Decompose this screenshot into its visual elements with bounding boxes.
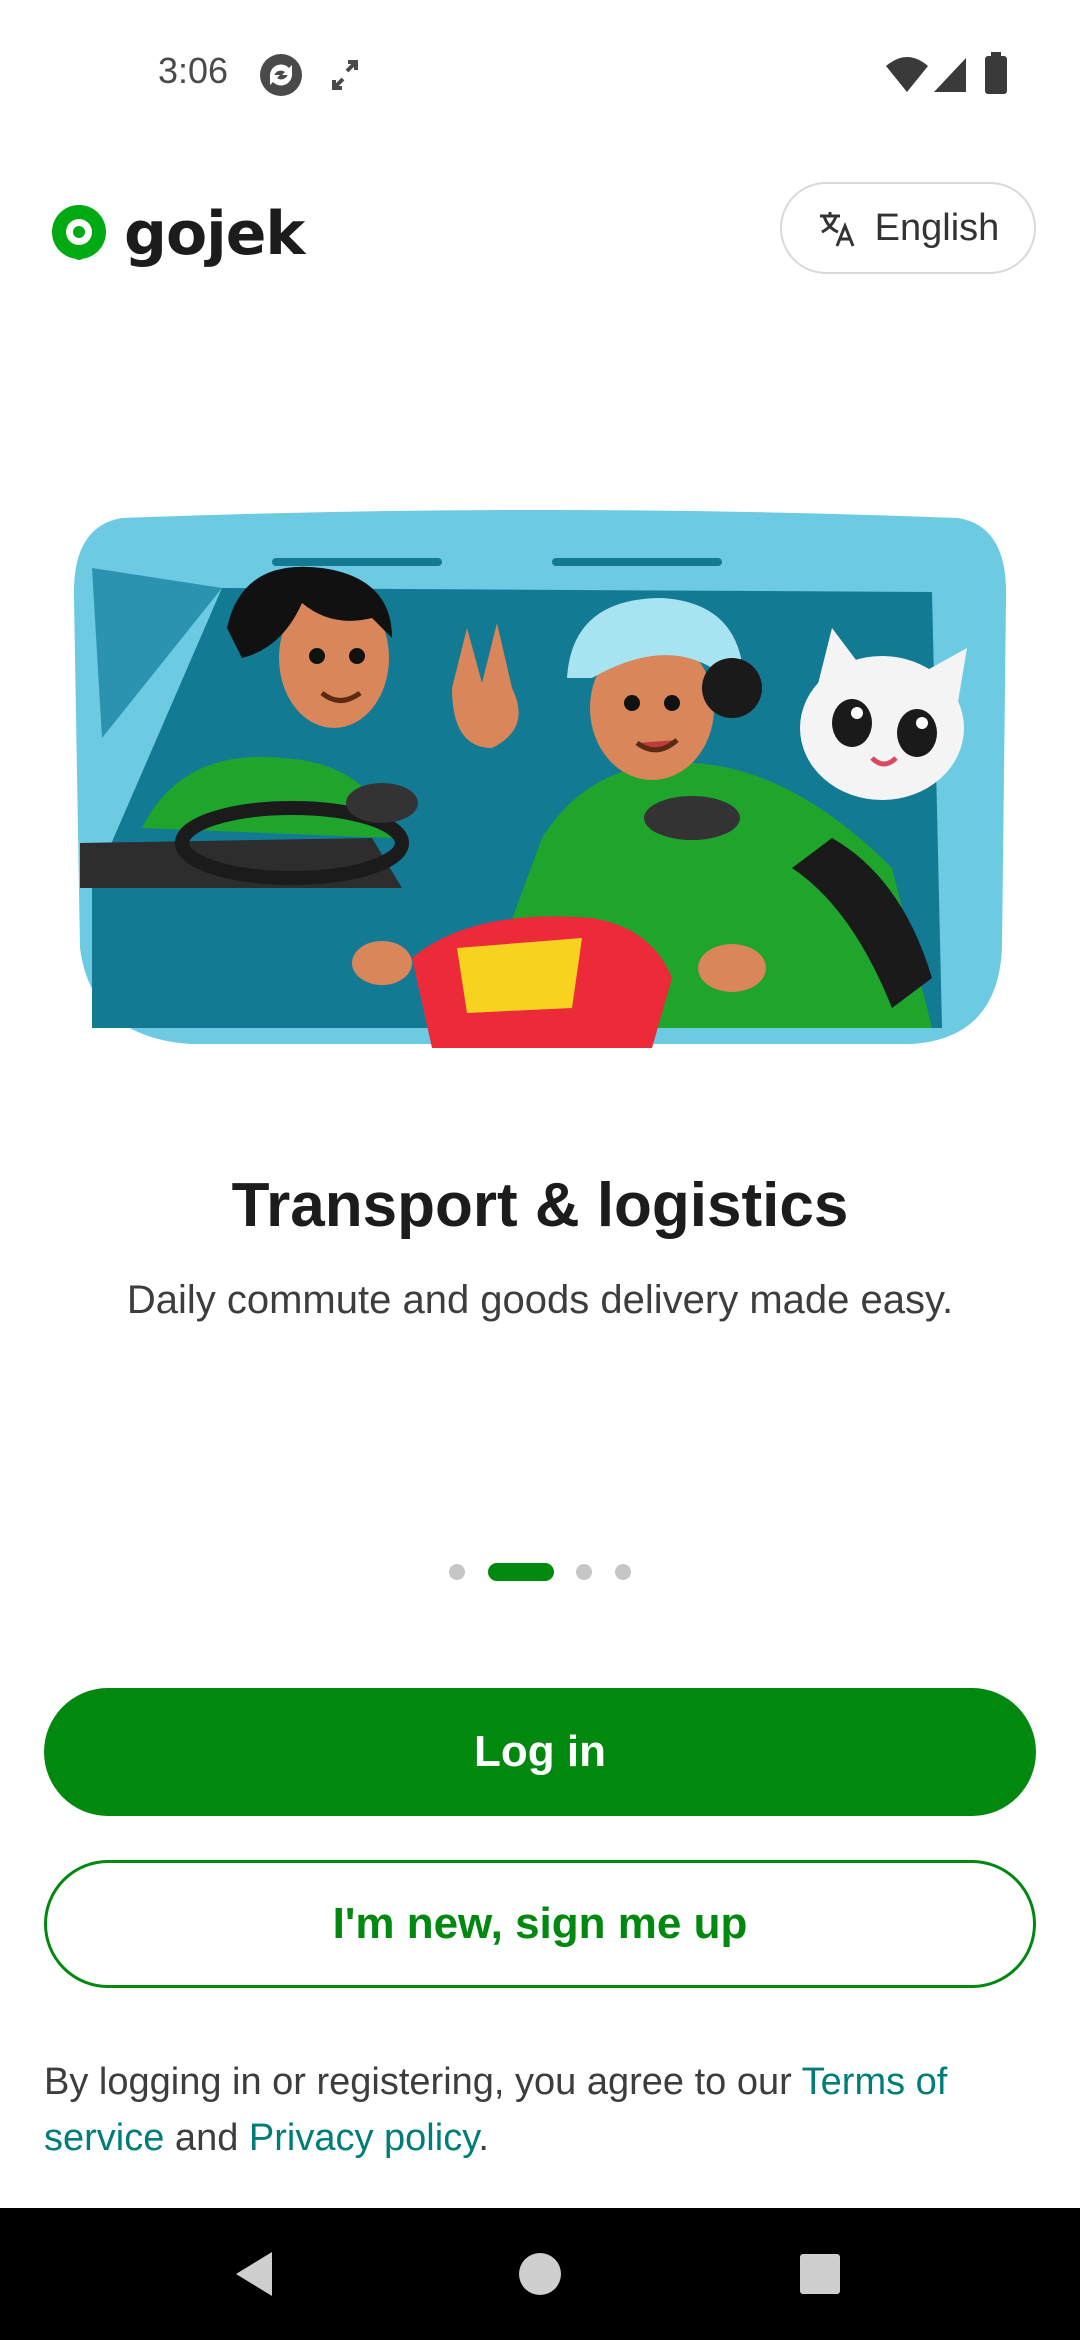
login-button[interactable]: Log in [44, 1688, 1036, 1816]
legal-middle: and [164, 2117, 249, 2159]
legal-suffix: . [478, 2117, 489, 2159]
sync-icon [260, 54, 302, 96]
page-dot[interactable] [615, 1564, 631, 1580]
privacy-policy-link[interactable]: Privacy policy [249, 2117, 478, 2159]
slide-title: Transport & logistics [231, 1171, 849, 1240]
translate-icon [819, 212, 855, 247]
language-label: English [874, 206, 1000, 249]
signal-icon [934, 58, 966, 92]
page-dot-active[interactable] [488, 1563, 554, 1581]
gojek-mark-icon [52, 205, 106, 260]
navigation-bar [0, 2208, 1080, 2340]
fullscreen-arrows-icon [332, 60, 358, 90]
home-icon[interactable] [518, 2252, 562, 2296]
page-dot[interactable] [449, 1564, 465, 1580]
signup-button[interactable]: I'm new, sign me up [44, 1860, 1036, 1988]
gojek-logo: gojek [48, 194, 305, 274]
language-button[interactable]: English [780, 182, 1036, 274]
page-dot[interactable] [576, 1564, 592, 1580]
recents-icon[interactable] [800, 2254, 840, 2294]
header: gojek English [0, 170, 1080, 290]
slide-subtitle: Daily commute and goods delivery made ea… [126, 1278, 954, 1322]
status-time: 3:06 [158, 50, 229, 91]
back-icon[interactable] [232, 2250, 276, 2298]
legal-notice: By logging in or registering, you agree … [44, 2054, 1034, 2166]
logo-text: gojek [124, 199, 305, 269]
status-bar: 3:06 [0, 0, 1080, 150]
wifi-icon [886, 57, 928, 92]
legal-prefix: By logging in or registering, you agree … [44, 2061, 802, 2103]
page-indicator [0, 1562, 1080, 1582]
battery-icon [985, 52, 1007, 94]
car-and-scooter-rider-illustration [73, 510, 1007, 1048]
